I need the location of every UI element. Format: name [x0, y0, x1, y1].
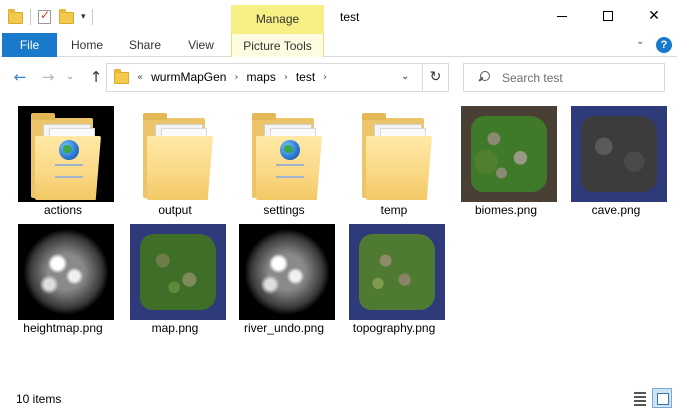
new-folder-icon[interactable] [59, 9, 75, 25]
expand-ribbon-icon[interactable]: ⌄ [636, 36, 644, 47]
tab-share[interactable]: Share [122, 33, 168, 57]
item-label: biomes.png [474, 203, 538, 217]
maximize-icon [603, 11, 613, 21]
minimize-button[interactable] [539, 0, 585, 33]
list-item[interactable]: heightmap.png [13, 214, 114, 335]
image-thumbnail [461, 106, 557, 202]
folder-icon [114, 69, 129, 84]
tab-picture-tools[interactable]: Picture Tools [231, 33, 324, 57]
close-icon: ✕ [648, 8, 660, 24]
close-button[interactable]: ✕ [631, 0, 677, 33]
title-bar: ▾ Manage test ✕ [0, 0, 677, 33]
list-item[interactable]: actions [13, 96, 114, 217]
list-item[interactable]: river_undo.png [234, 214, 335, 335]
breadcrumb: « wurmMapGen › maps › test › [137, 64, 327, 91]
breadcrumb-item-wurmmapgen[interactable]: wurmMapGen [151, 64, 226, 91]
item-label: heightmap.png [23, 321, 103, 335]
large-icons-view-icon[interactable] [652, 388, 672, 408]
image-thumbnail [239, 224, 335, 320]
breadcrumb-overflow-icon[interactable]: « [137, 64, 143, 91]
search-box[interactable] [463, 63, 665, 92]
tab-view[interactable]: View [178, 33, 224, 57]
image-thumbnail [130, 224, 226, 320]
list-item[interactable]: output [125, 96, 226, 217]
recent-locations-icon[interactable]: ⌄ [60, 67, 80, 87]
file-list: actions output settings temp biomes.png [0, 96, 677, 386]
item-label: map.png [151, 321, 199, 335]
item-label: river_undo.png [243, 321, 325, 335]
quick-access-toolbar: ▾ [8, 7, 93, 27]
properties-icon[interactable] [37, 8, 53, 25]
chevron-right-icon[interactable]: › [234, 64, 238, 91]
refresh-button[interactable]: ↻ [423, 63, 449, 92]
folder-icon [252, 113, 322, 200]
list-item[interactable]: map.png [125, 214, 226, 335]
navigation-bar: ← → ⌄ ↑ « wurmMapGen › maps › test › ⌄ ↻ [0, 58, 677, 96]
divider [30, 9, 31, 25]
list-item[interactable]: topography.png [344, 214, 445, 335]
folder-thumbnail [18, 106, 114, 202]
folder-icon [143, 113, 213, 200]
address-dropdown-icon[interactable]: ⌄ [401, 71, 409, 82]
folder-icon [362, 113, 432, 200]
globe-icon [280, 140, 300, 160]
address-bar[interactable]: « wurmMapGen › maps › test › ⌄ [106, 63, 423, 92]
folder-icon[interactable] [8, 9, 24, 25]
breadcrumb-item-maps[interactable]: maps [246, 64, 275, 91]
up-button[interactable]: ↑ [86, 67, 106, 87]
folder-thumbnail [130, 106, 226, 202]
list-item[interactable]: temp [344, 96, 445, 217]
details-view-icon[interactable] [631, 390, 649, 406]
list-item[interactable]: biomes.png [456, 96, 557, 217]
help-icon[interactable]: ? [656, 37, 672, 53]
ribbon-tabs: File Home Share View Picture Tools ⌄ ? [0, 33, 677, 57]
item-label: topography.png [352, 321, 436, 335]
image-thumbnail [18, 224, 114, 320]
refresh-icon: ↻ [429, 69, 442, 85]
globe-icon [59, 140, 79, 160]
contextual-tab-manage[interactable]: Manage [231, 5, 324, 33]
folder-thumbnail [239, 106, 335, 202]
list-item[interactable]: cave.png [566, 96, 667, 217]
folder-icon [31, 113, 101, 200]
image-thumbnail [349, 224, 445, 320]
search-input[interactable] [502, 69, 652, 86]
search-icon [478, 71, 490, 83]
image-thumbnail [571, 106, 667, 202]
list-item[interactable]: settings [234, 96, 335, 217]
chevron-right-icon[interactable]: › [323, 64, 327, 91]
breadcrumb-item-test[interactable]: test [296, 64, 315, 91]
tab-file[interactable]: File [2, 33, 57, 57]
tab-home[interactable]: Home [63, 33, 111, 57]
back-button[interactable]: ← [10, 67, 30, 87]
window-title: test [340, 10, 360, 24]
quick-access-dropdown-icon[interactable]: ▾ [81, 12, 86, 22]
forward-button[interactable]: → [38, 67, 58, 87]
chevron-right-icon[interactable]: › [284, 64, 288, 91]
divider [91, 9, 93, 25]
maximize-button[interactable] [585, 0, 631, 33]
item-label: cave.png [591, 203, 641, 217]
item-count: 10 items [16, 392, 62, 406]
status-bar: 10 items [0, 386, 677, 411]
minimize-icon [557, 15, 567, 17]
folder-thumbnail [349, 106, 445, 202]
